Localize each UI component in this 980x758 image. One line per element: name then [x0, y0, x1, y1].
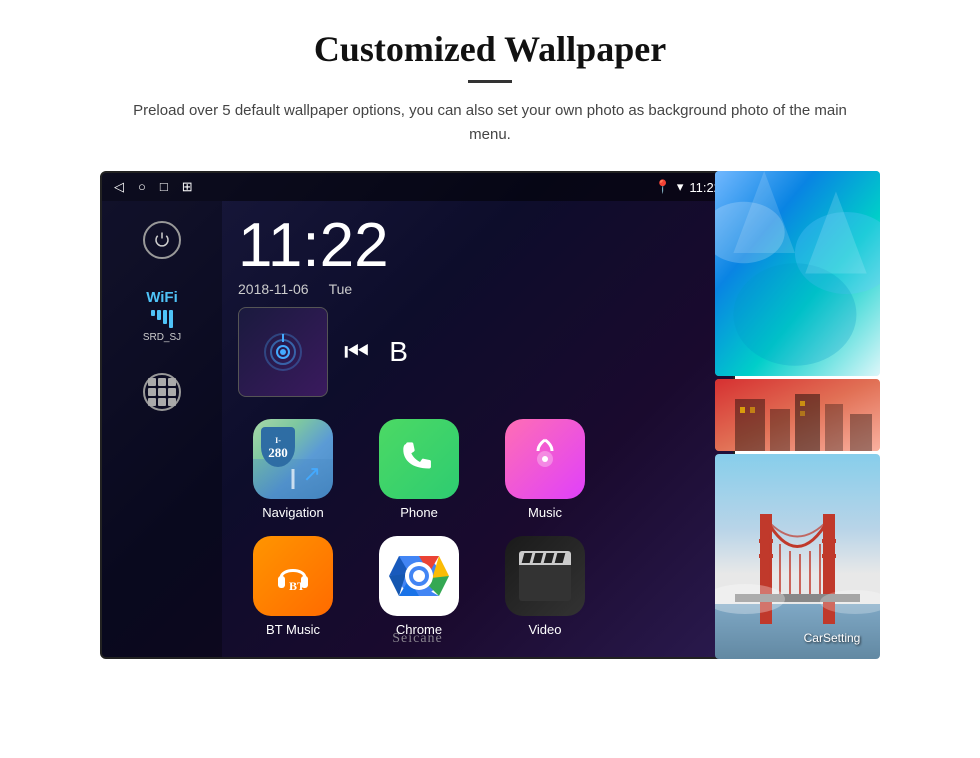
wifi-status-icon: ▾	[677, 179, 684, 195]
page-title: Customized Wallpaper	[314, 28, 666, 70]
bt-music-label: BT Music	[266, 622, 320, 637]
wallpaper-building	[715, 379, 880, 451]
page-container: Customized Wallpaper Preload over 5 defa…	[0, 0, 980, 758]
center-content: 11:22 2018-11-06 Tue	[222, 201, 733, 657]
phone-label: Phone	[400, 505, 438, 520]
nav-icon-inner: I- 280 ↗	[253, 419, 333, 499]
clock-day: Tue	[329, 281, 353, 297]
clapper-top	[519, 551, 571, 565]
svg-text:BT: BT	[289, 579, 305, 593]
nav-direction-arrow: ↗	[303, 461, 321, 487]
wifi-label: WiFi	[143, 289, 181, 306]
apps-button[interactable]	[143, 373, 181, 411]
video-clapper-icon	[519, 551, 571, 601]
app-music[interactable]: Music	[490, 419, 600, 520]
clock-date-text: 2018-11-06	[238, 281, 309, 297]
app-chrome[interactable]: Chrome	[364, 536, 474, 637]
phone-icon	[379, 419, 459, 499]
next-track-button[interactable]: B	[389, 336, 408, 368]
wifi-bar-2	[157, 310, 161, 320]
video-icon	[505, 536, 585, 616]
bt-icon: BT	[253, 536, 333, 616]
clock-section: 11:22 2018-11-06 Tue	[222, 201, 733, 301]
wifi-bars	[143, 310, 181, 328]
status-left: ◁ ○ □ ⊞	[114, 179, 193, 195]
wifi-network-name: SRD_SJ	[143, 332, 181, 343]
carsetting-label[interactable]: CarSetting	[792, 631, 872, 645]
page-description: Preload over 5 default wallpaper options…	[130, 99, 850, 147]
video-label: Video	[528, 622, 561, 637]
status-bar: ◁ ○ □ ⊞ 📍 ▾ 11:22	[102, 173, 733, 201]
wallpaper-panel: CarSetting	[715, 171, 880, 659]
nav-badge: I- 280	[261, 427, 295, 467]
nav-badge-top: I-	[275, 436, 281, 445]
android-screen: ◁ ○ □ ⊞ 📍 ▾ 11:22	[100, 171, 735, 659]
media-area: ⏮ B	[222, 301, 733, 403]
screen-wrapper: ◁ ○ □ ⊞ 📍 ▾ 11:22	[100, 171, 880, 661]
app-navigation[interactable]: I- 280 ↗ Navigation	[238, 419, 348, 520]
clapper-bottom	[519, 565, 571, 601]
chrome-icon	[379, 536, 459, 616]
navigation-label: Navigation	[262, 505, 323, 520]
app-video[interactable]: Video	[490, 536, 600, 637]
clock-date: 2018-11-06 Tue	[238, 281, 717, 297]
app-grid: I- 280 ↗ Navigation	[222, 403, 733, 653]
power-button[interactable]	[143, 221, 181, 259]
wifi-bar-1	[151, 310, 155, 316]
navigation-icon: I- 280 ↗	[253, 419, 333, 499]
nav-badge-num: 280	[268, 446, 288, 459]
wallpaper-ice-cave	[715, 171, 880, 376]
music-label: Music	[528, 505, 562, 520]
wallpaper-golden-gate	[715, 454, 880, 659]
home-nav-icon[interactable]: ○	[138, 179, 146, 195]
location-icon: 📍	[655, 179, 671, 195]
screenshot-nav-icon[interactable]: ⊞	[182, 179, 193, 195]
music-icon	[505, 419, 585, 499]
apps-grid-icon	[148, 378, 176, 406]
radio-icon-box[interactable]	[238, 307, 328, 397]
wifi-bar-3	[163, 310, 167, 324]
status-right: 📍 ▾ 11:22	[655, 179, 721, 195]
back-nav-icon[interactable]: ◁	[114, 179, 124, 195]
main-area: WiFi SRD_SJ	[102, 201, 733, 657]
title-divider	[468, 80, 512, 83]
wifi-bar-4	[169, 310, 173, 328]
prev-track-button[interactable]: ⏮	[344, 336, 369, 369]
app-bt-music[interactable]: BT BT Music	[238, 536, 348, 637]
app-phone[interactable]: Phone	[364, 419, 474, 520]
left-sidebar: WiFi SRD_SJ	[102, 201, 222, 657]
wifi-widget: WiFi SRD_SJ	[143, 289, 181, 343]
clock-time: 11:22	[238, 215, 717, 277]
recents-nav-icon[interactable]: □	[160, 179, 168, 195]
watermark: Seicane	[392, 631, 443, 647]
